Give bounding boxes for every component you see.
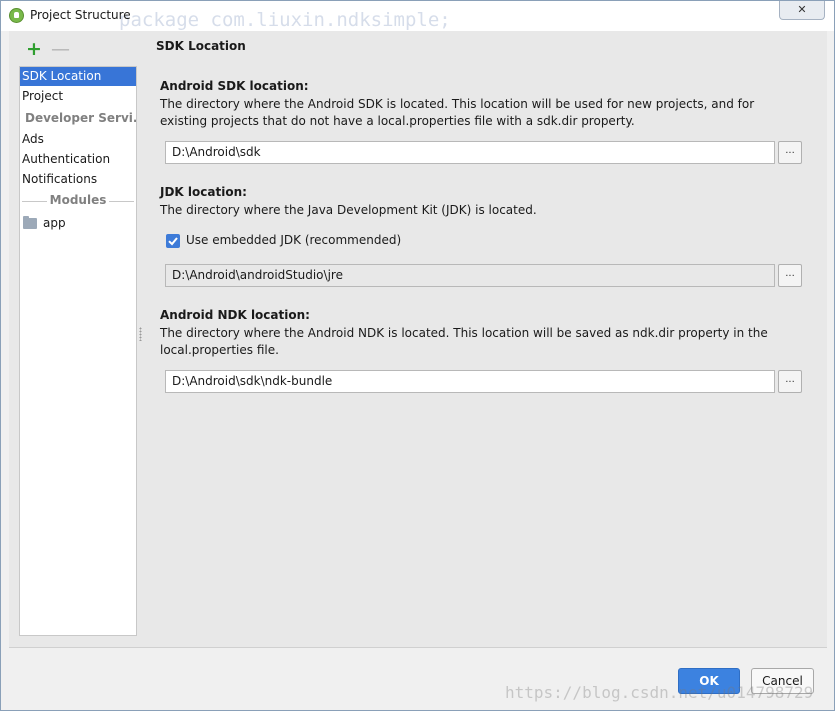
ndk-location-description: The directory where the Android NDK is l… xyxy=(160,326,768,357)
sdk-browse-button[interactable]: ... xyxy=(778,141,802,164)
sidebar-item-authentication[interactable]: Authentication xyxy=(20,150,136,169)
jdk-location-description: The directory where the Java Development… xyxy=(160,203,537,217)
sdk-location-description: The directory where the Android SDK is l… xyxy=(160,97,755,128)
ndk-browse-button[interactable]: ... xyxy=(778,370,802,393)
remove-icon[interactable]: — xyxy=(51,40,70,59)
sidebar-item-project[interactable]: Project xyxy=(20,87,136,106)
module-label: app xyxy=(43,216,66,230)
add-icon[interactable]: + xyxy=(26,40,42,59)
watermark: https://blog.csdn.net/u014798729 xyxy=(505,683,814,702)
modules-header-label: Modules xyxy=(46,193,110,207)
window-title: Project Structure xyxy=(30,8,131,22)
ndk-path-field[interactable]: D:\Android\sdk\ndk-bundle xyxy=(165,370,775,393)
folder-icon xyxy=(23,216,37,229)
sidebar-header-modules: Modules xyxy=(20,191,136,210)
sidebar-item-ads[interactable]: Ads xyxy=(20,130,136,149)
ndk-location-label: Android NDK location: xyxy=(160,308,310,322)
project-structure-dialog: package com.liuxin.ndksimple; Project St… xyxy=(0,0,835,711)
title-bar: package com.liuxin.ndksimple; Project St… xyxy=(1,1,834,31)
close-icon: ✕ xyxy=(797,3,807,16)
sidebar-header-developer-services: Developer Servi... xyxy=(25,111,136,125)
sidebar-item-notifications[interactable]: Notifications xyxy=(20,170,136,189)
sdk-path-field[interactable]: D:\Android\sdk xyxy=(165,141,775,164)
embedded-jdk-label[interactable]: Use embedded JDK (recommended) xyxy=(186,233,401,247)
page-title: SDK Location xyxy=(156,39,246,53)
sidebar-item-sdk-location[interactable]: SDK Location xyxy=(20,67,136,86)
jdk-path-field: D:\Android\androidStudio\jre xyxy=(165,264,775,287)
background-code-text: package com.liuxin.ndksimple; xyxy=(119,9,451,31)
jdk-location-label: JDK location: xyxy=(160,185,247,199)
android-studio-icon xyxy=(9,8,24,23)
close-button[interactable]: ✕ xyxy=(779,1,825,20)
jdk-browse-button[interactable]: ... xyxy=(778,264,802,287)
embedded-jdk-checkbox[interactable] xyxy=(166,234,180,248)
sidebar: SDK Location Project Developer Servi... … xyxy=(19,66,137,636)
checkmark-icon xyxy=(168,237,178,246)
splitter-handle[interactable] xyxy=(139,327,142,341)
content-area: + — SDK Location Project Developer Servi… xyxy=(9,31,827,647)
sdk-location-label: Android SDK location: xyxy=(160,79,309,93)
